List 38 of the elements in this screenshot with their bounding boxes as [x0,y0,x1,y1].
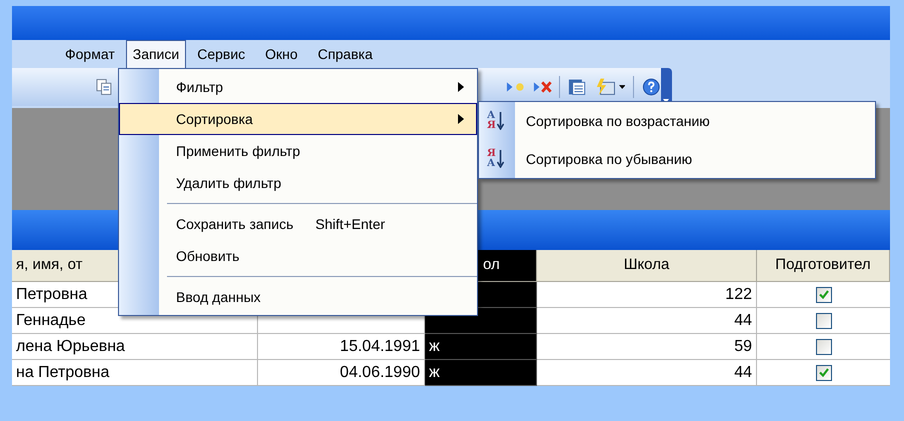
checkbox[interactable] [816,286,832,302]
caret-icon[interactable] [618,85,626,89]
table-cell: 15.04.1991 [258,334,425,360]
database-window-icon[interactable] [568,77,587,97]
checkbox[interactable] [816,364,832,380]
submenu-arrow-icon [458,82,464,92]
submenu-entry[interactable]: А Я Сортировка по возрастанию [479,102,875,140]
table-cell: ж [425,360,537,386]
column-header[interactable]: Школа [537,250,757,282]
table-cell: на Петровна [12,360,258,386]
table-cell: 44 [537,308,757,334]
shortcut-text: Shift+Enter [315,214,386,234]
table-cell: 122 [537,282,757,308]
table-cell: 04.06.1990 [258,360,425,386]
table-cell: 44 [537,360,757,386]
delete-record-icon[interactable] [532,79,554,95]
menu-entry[interactable]: Сохранить запись Shift+Enter [119,208,477,240]
checkbox[interactable] [816,312,832,328]
checkbox[interactable] [816,338,832,354]
menu-item[interactable]: Справка [308,40,382,68]
submenu-arrow-icon [458,114,464,124]
menu-entry[interactable]: Удалить фильтр [119,167,477,199]
menu-item[interactable]: Записи [126,40,186,68]
help-icon[interactable] [642,77,661,97]
menu-entry[interactable]: Сортировка [119,103,477,135]
menu-entry[interactable]: Применить фильтр [119,135,477,167]
check-mark-icon [818,290,828,299]
menu-item[interactable]: Формат [56,40,124,68]
table-cell: лена Юрьевна [12,334,258,360]
table-cell: ж [425,334,537,360]
copy-icon[interactable] [96,78,113,96]
check-mark-icon [818,368,828,377]
new-object-icon[interactable] [594,77,615,97]
column-header[interactable]: Подготовител [757,250,890,282]
menu-item[interactable]: Окно [256,40,307,68]
table-cell: 59 [537,334,757,360]
submenu-entry[interactable]: Я А Сортировка по убыванию [479,140,875,178]
menu-item[interactable]: Сервис [188,40,254,68]
